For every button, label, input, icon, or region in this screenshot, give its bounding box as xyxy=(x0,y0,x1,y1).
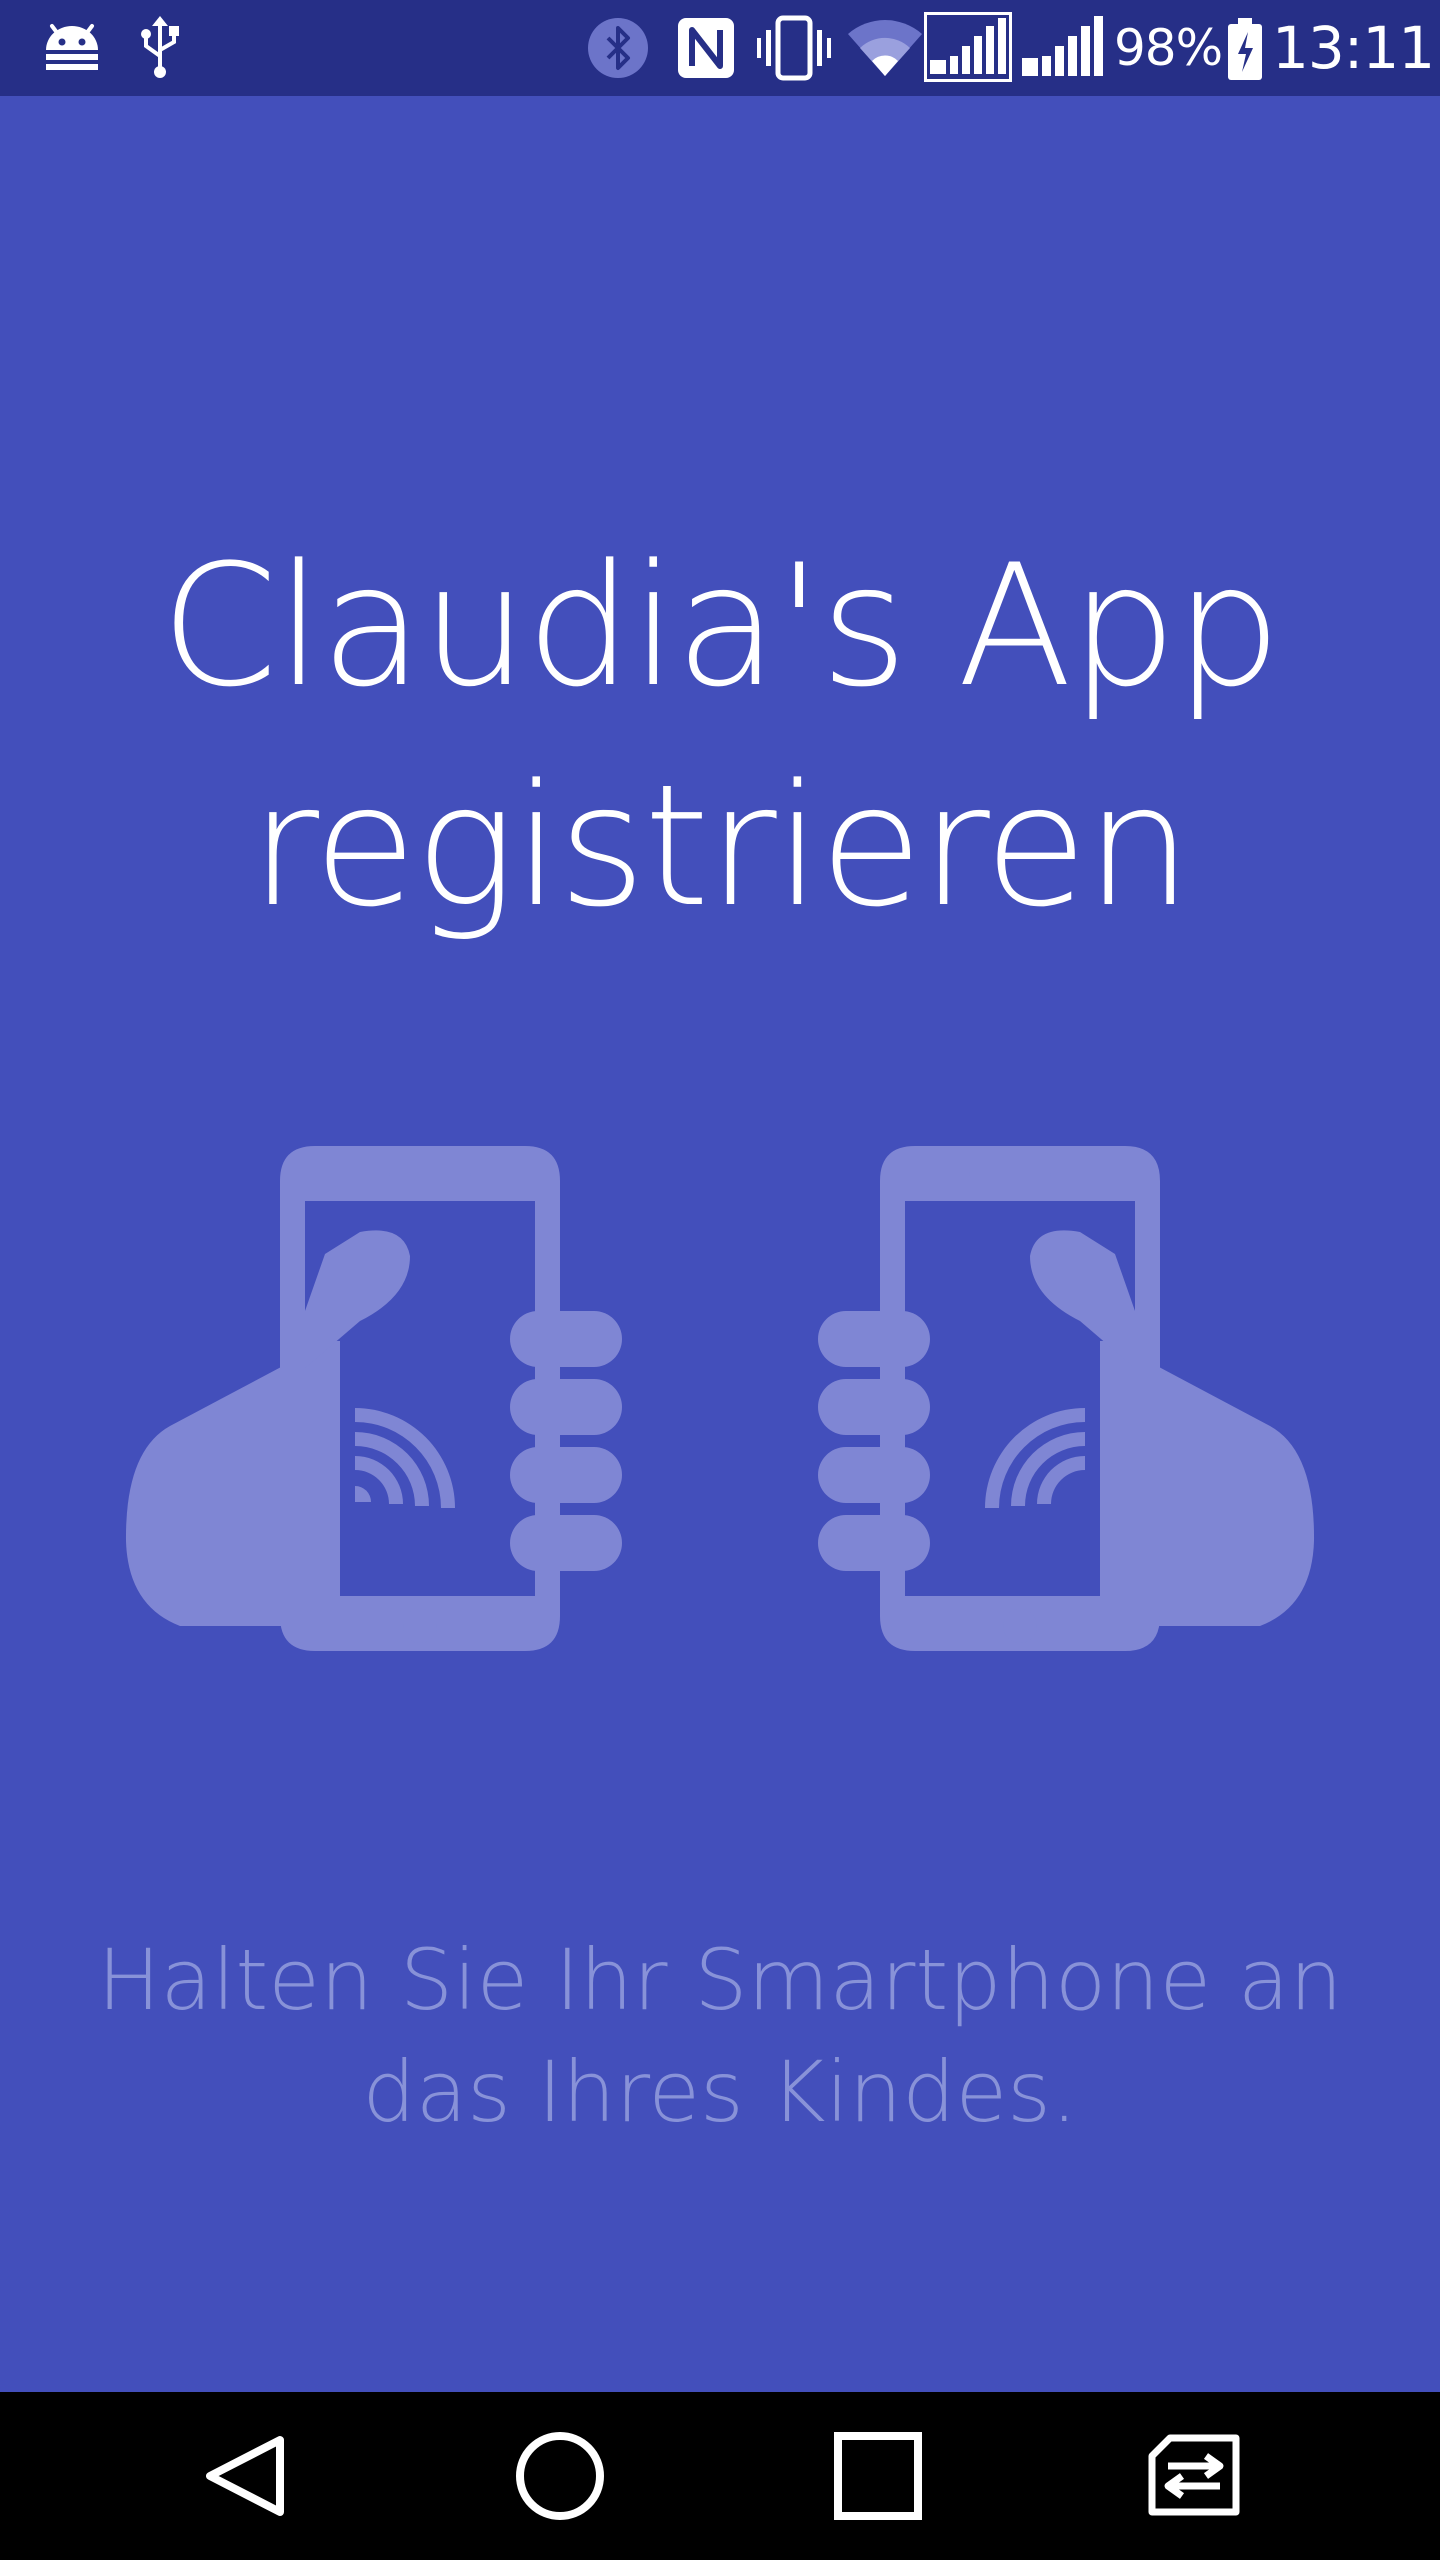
battery-percentage: 98% xyxy=(1114,19,1223,77)
back-button[interactable] xyxy=(180,2412,308,2540)
home-icon xyxy=(516,2432,604,2520)
home-button[interactable] xyxy=(496,2412,624,2540)
signal-sim2-icon xyxy=(1022,16,1103,76)
title-line-1: Claudia's App xyxy=(160,528,1282,724)
switch-sim-icon xyxy=(1148,2434,1240,2516)
title-line-2: registrieren xyxy=(250,748,1192,944)
signal-sim1-icon xyxy=(924,12,1012,82)
vibrate-icon xyxy=(757,15,831,81)
recents-button[interactable] xyxy=(814,2412,942,2540)
page-title: Claudia's App registrieren xyxy=(0,516,1440,956)
clock: 13:11 xyxy=(1272,14,1435,82)
bluetooth-icon xyxy=(588,18,648,78)
navigation-bar xyxy=(0,2392,1440,2560)
switch-sim-button[interactable] xyxy=(1130,2412,1258,2540)
battery-charging-icon xyxy=(1228,18,1262,80)
back-icon xyxy=(206,2436,284,2516)
status-bar: 98% 13:11 xyxy=(0,0,1440,96)
instruction-text: Halten Sie Ihr Smartphone an das Ihres K… xyxy=(0,1924,1440,2148)
android-debug-icon xyxy=(46,24,98,70)
recents-icon xyxy=(834,2432,922,2520)
instruction-line-2: das Ihres Kindes. xyxy=(362,2043,1078,2141)
registration-screen: Claudia's App registrieren Halten Sie Ih… xyxy=(0,96,1440,2392)
nfc-icon xyxy=(678,18,734,78)
instruction-line-1: Halten Sie Ihr Smartphone an xyxy=(97,1931,1343,2029)
phones-tap-nfc-icon xyxy=(125,1146,1315,1651)
wifi-icon xyxy=(848,20,922,76)
usb-icon xyxy=(141,16,179,78)
